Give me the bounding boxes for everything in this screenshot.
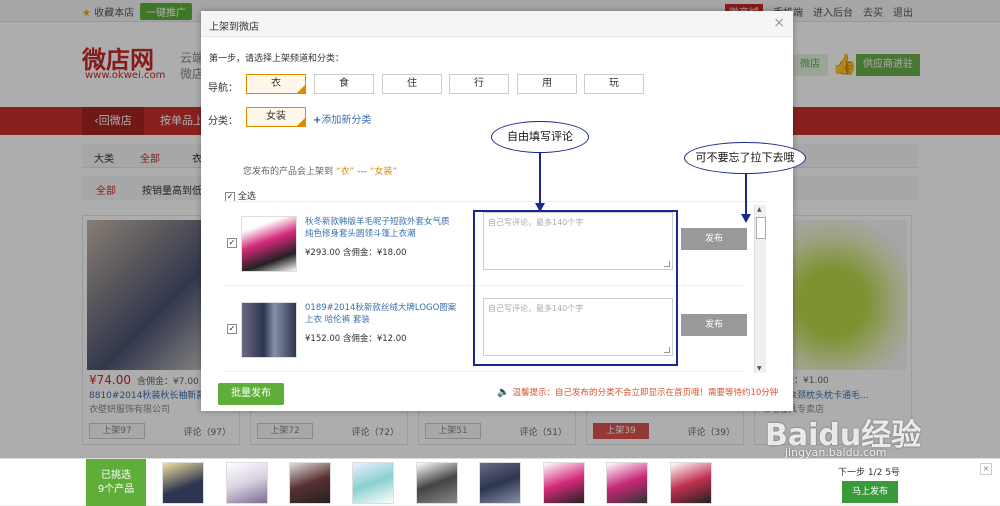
nav-option-housing[interactable]: 住 — [382, 74, 442, 94]
modal-header: 上架到微店 × — [201, 11, 793, 37]
item-price: ¥152.00 含佣金：¥12.00 — [305, 334, 407, 344]
annotation-arrow — [745, 174, 747, 216]
nav-option-play[interactable]: 玩 — [584, 74, 644, 94]
picked-label: 已挑选 — [101, 470, 131, 481]
destination-category: “女装” — [369, 167, 398, 177]
add-category-link[interactable]: +添加新分类 — [313, 111, 371, 126]
tip-label: 温馨提示：自己发布的分类不会立即显示在首页哦！需要等待约10分钟 — [512, 388, 779, 398]
nav-label: 导航： — [208, 83, 238, 94]
publish-button[interactable]: 发布 — [681, 228, 747, 250]
item-title[interactable]: 0189#2014秋新款丝绒大牌LOGO图案上衣 哈伦裤 套装 — [305, 302, 457, 326]
picked-thumbnail[interactable] — [606, 462, 648, 504]
item-checkbox[interactable]: ✓ — [227, 238, 237, 248]
picked-number: 9个产品 — [97, 484, 135, 495]
item-price: ¥293.00 含佣金：¥18.00 — [305, 248, 407, 258]
list-scrollbar[interactable]: ▲ ▼ — [754, 205, 766, 373]
picked-thumbnail[interactable] — [352, 462, 394, 504]
picked-thumbnail[interactable] — [162, 462, 204, 504]
picked-thumbnail[interactable] — [416, 462, 458, 504]
speaker-icon: 🔈 — [497, 387, 510, 398]
publish-now-button[interactable]: 马上发布 — [842, 481, 898, 503]
scroll-up-icon[interactable]: ▲ — [757, 206, 762, 213]
nav-option-travel[interactable]: 行 — [449, 74, 509, 94]
pager-text[interactable]: 下一步 1/2 5号 — [838, 465, 900, 478]
close-icon[interactable]: × — [773, 15, 785, 31]
baidu-watermark-url: jingyan.baidu.com — [785, 446, 887, 459]
nav-option-clothes[interactable]: 衣 — [246, 74, 306, 94]
annotation-bubble-comment: 自由填写评论 — [491, 121, 589, 153]
annotation-bubble-scroll: 可不要忘了拉下去哦 — [684, 142, 806, 174]
picked-thumbnail[interactable] — [543, 462, 585, 504]
picked-thumbnail[interactable] — [670, 462, 712, 504]
publish-button[interactable]: 发布 — [681, 314, 747, 336]
nav-option-food[interactable]: 食 — [314, 74, 374, 94]
annotation-arrow — [539, 153, 541, 203]
picked-thumbnail[interactable] — [226, 462, 268, 504]
category-option-womens[interactable]: 女装 — [246, 107, 306, 127]
destination-separator: --- — [357, 167, 367, 177]
nav-option-use[interactable]: 用 — [517, 74, 577, 94]
annotation-arrowhead — [535, 203, 545, 212]
item-checkbox[interactable]: ✓ — [227, 324, 237, 334]
publish-destination-text: 您发布的产品会上架到 “衣” --- “女装” — [243, 164, 397, 177]
destination-nav: “衣” — [335, 167, 355, 177]
close-bar-icon[interactable]: × — [980, 463, 992, 475]
item-title[interactable]: 秋冬新款韩版羊毛呢子短款外套女气质纯色修身套头圆领斗篷上衣潮 — [305, 216, 457, 240]
checkbox-checked-icon[interactable]: ✓ — [225, 191, 235, 202]
category-label: 分类： — [208, 116, 238, 127]
picked-thumbnail[interactable] — [479, 462, 521, 504]
destination-prefix: 您发布的产品会上架到 — [243, 167, 334, 177]
add-category-label: 添加新分类 — [321, 115, 372, 126]
modal-title: 上架到微店 — [209, 22, 259, 33]
annotation-arrowhead — [741, 214, 751, 223]
step-instruction: 第一步，请选择上架频道和分类： — [209, 54, 345, 64]
picked-thumbnail[interactable] — [289, 462, 331, 504]
tip-text: 🔈 温馨提示：自己发布的分类不会立即显示在首页哦！需要等待约10分钟 — [497, 386, 778, 398]
annotation-highlight-box — [473, 210, 678, 366]
scroll-down-icon[interactable]: ▼ — [757, 365, 762, 372]
scroll-thumb[interactable] — [756, 217, 766, 239]
item-image[interactable] — [241, 216, 297, 272]
selection-bottom-bar: 已挑选 9个产品 下一步 1/2 5号 马上发布 × — [0, 458, 1000, 506]
bulk-publish-button[interactable]: 批量发布 — [218, 383, 284, 405]
picked-count: 已挑选 9个产品 — [86, 459, 146, 506]
item-image[interactable] — [241, 302, 297, 358]
